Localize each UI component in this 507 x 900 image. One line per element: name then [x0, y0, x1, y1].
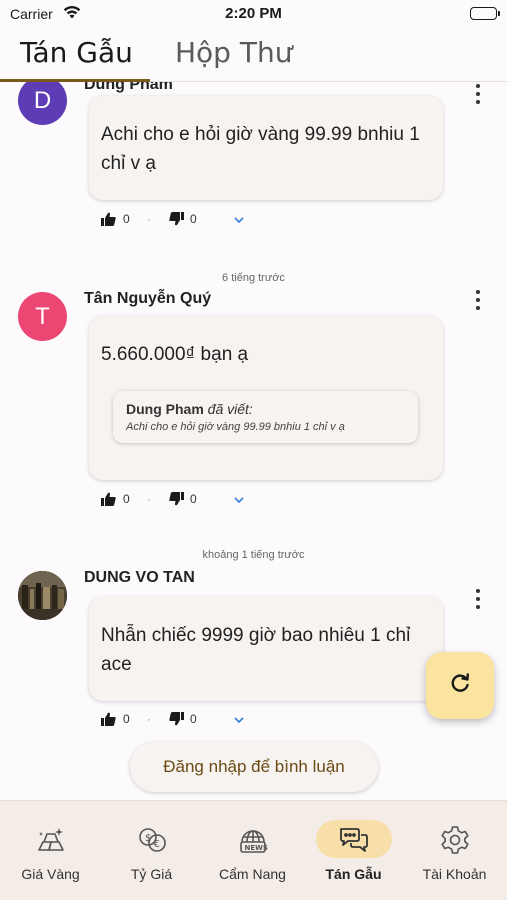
thumbs-up-icon[interactable] [101, 712, 116, 729]
thumbs-up-icon[interactable] [101, 492, 116, 509]
photo-avatar[interactable] [18, 571, 67, 620]
status-bar: Carrier 2:20 PM [0, 0, 507, 28]
author-name[interactable]: Dung Pham [84, 82, 173, 94]
nav-item-exchange-rate[interactable]: $ € Tỷ Giá [101, 801, 202, 900]
avatar-letter: D [33, 86, 52, 114]
message-text: Nhẫn chiếc 9999 giờ bao nhiêu 1 chỉ ace [101, 625, 411, 675]
nav-label: Cẩm Nang [219, 866, 286, 882]
dislike-count: 0 [190, 212, 197, 226]
like-count: 0 [123, 712, 130, 726]
tab-divider [150, 81, 507, 82]
message-text: 5.660.000₫ bạn ạ [101, 344, 249, 365]
bottom-nav: Giá Vàng $ € Tỷ Giá NEWS Cẩm Nang Tán Gẫu… [0, 800, 507, 900]
news-globe-icon: NEWS [237, 824, 269, 856]
like-count: 0 [123, 212, 130, 226]
top-tab-bar: Tán Gẫu Hộp Thư [0, 30, 507, 82]
reaction-bar: 0 · 0 [101, 492, 261, 508]
svg-text:€: € [154, 839, 160, 850]
quote-author: Dung Pham [126, 401, 204, 417]
dislike-count: 0 [190, 492, 197, 506]
thumbs-down-icon[interactable] [169, 212, 184, 229]
author-name[interactable]: DUNG VO TAN [84, 569, 195, 587]
avatar[interactable]: D [18, 82, 67, 125]
reaction-bar: 0 · 0 [101, 212, 261, 228]
avatar-letter: T [35, 302, 50, 330]
login-to-comment-button[interactable]: Đăng nhập để bình luận [130, 742, 378, 792]
nav-label: Tài Khoản [422, 866, 487, 882]
nav-item-gold-price[interactable]: Giá Vàng [0, 801, 101, 900]
nav-item-handbook[interactable]: NEWS Cẩm Nang [202, 801, 303, 900]
chevron-down-icon[interactable] [234, 213, 244, 227]
like-count: 0 [123, 492, 130, 506]
post-timestamp: 6 tiếng trước [222, 272, 285, 284]
thumbs-down-icon[interactable] [169, 712, 184, 729]
currency-exchange-icon: $ € [136, 824, 168, 856]
thumbs-down-icon[interactable] [169, 492, 184, 509]
message-text: Achi cho e hỏi giờ vàng 99.99 bnhiu 1 ch… [101, 124, 420, 174]
message-bubble: Achi cho e hỏi giờ vàng 99.99 bnhiu 1 ch… [89, 96, 443, 200]
reaction-bar: 0 · 0 [101, 712, 261, 728]
quoted-reply[interactable]: Dung Pham đã viết: Achi cho e hỏi giờ và… [113, 391, 418, 443]
chevron-down-icon[interactable] [234, 713, 244, 727]
nav-label: Tán Gẫu [325, 866, 382, 882]
nav-label: Giá Vàng [21, 866, 80, 882]
more-options-icon[interactable] [468, 587, 488, 611]
post-timestamp: khoảng 1 tiếng trước [202, 549, 305, 561]
tab-inbox[interactable]: Hộp Thư [175, 36, 292, 69]
dislike-count: 0 [190, 712, 197, 726]
svg-text:NEWS: NEWS [245, 844, 268, 852]
separator-dot: · [147, 212, 151, 226]
battery-icon [470, 7, 500, 20]
nav-item-account[interactable]: Tài Khoản [404, 801, 505, 900]
chevron-down-icon[interactable] [234, 493, 244, 507]
chat-bubbles-icon [338, 824, 370, 856]
active-tab-indicator [0, 79, 150, 82]
refresh-button[interactable] [426, 652, 494, 719]
nav-label: Tỷ Giá [130, 866, 173, 882]
quote-verb: đã viết: [207, 401, 253, 417]
more-options-icon[interactable] [468, 288, 488, 312]
quote-text: Achi cho e hỏi giờ vàng 99.99 bnhiu 1 ch… [126, 421, 345, 433]
gear-icon [439, 824, 471, 856]
nav-item-chat[interactable]: Tán Gẫu [303, 801, 404, 900]
message-bubble: Nhẫn chiếc 9999 giờ bao nhiêu 1 chỉ ace [89, 597, 443, 701]
separator-dot: · [147, 492, 151, 506]
gold-bars-icon [35, 824, 67, 856]
separator-dot: · [147, 712, 151, 726]
avatar[interactable]: T [18, 292, 67, 341]
thumbs-up-icon[interactable] [101, 212, 116, 229]
author-name[interactable]: Tân Nguyễn Quý [84, 290, 211, 308]
status-time: 2:20 PM [225, 5, 282, 22]
message-bubble: 5.660.000₫ bạn ạ Dung Pham đã viết: Achi… [89, 316, 443, 480]
tab-chat[interactable]: Tán Gẫu [20, 36, 133, 69]
svg-text:$: $ [145, 833, 151, 844]
refresh-icon [449, 672, 471, 699]
more-options-icon[interactable] [468, 82, 488, 106]
